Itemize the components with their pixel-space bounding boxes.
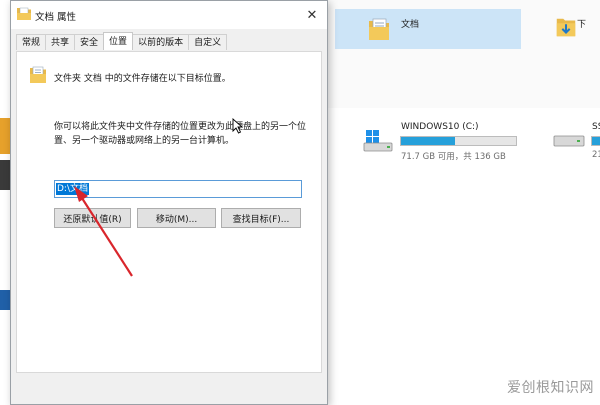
location-panel: 文件夹 文档 中的文件存储在以下目标位置。 你可以将此文件夹中文件存储的位置更改… — [16, 51, 322, 373]
downloads-folder-label: 下 — [577, 20, 587, 30]
restore-default-button[interactable]: 还原默认值(R) — [54, 208, 131, 228]
documents-folder-icon — [369, 18, 389, 40]
documents-folder-tile[interactable]: 文档 — [335, 9, 521, 49]
left-edge-thumbnail — [0, 118, 10, 154]
tab-location[interactable]: 位置 — [103, 32, 134, 50]
drive-second[interactable]: SS 21 — [553, 118, 600, 162]
dialog-titlebar[interactable]: 文档 属性 ✕ — [11, 1, 327, 29]
drive-c-name: WINDOWS10 (C:) — [401, 122, 479, 132]
drive-c-usage-fill — [401, 137, 456, 145]
tab-security[interactable]: 安全 — [74, 34, 105, 50]
drive-second-usage-bar — [591, 136, 600, 146]
windows-drive-icon — [363, 130, 393, 152]
close-icon: ✕ — [306, 7, 318, 23]
watermark-text: 爱创根知识网 — [507, 380, 594, 396]
drive-second-name: SS — [592, 122, 600, 132]
close-button[interactable]: ✕ — [297, 1, 327, 29]
folder-icon — [17, 7, 31, 20]
location-description: 你可以将此文件夹中文件存储的位置更改为此硬盘上的另一个位置、另一个驱动器或网络上… — [54, 122, 307, 146]
hard-drive-icon — [553, 135, 585, 147]
tab-strip: 常规 共享 安全 位置 以前的版本 自定义 — [16, 32, 228, 51]
drive-second-free-space: 21 — [592, 150, 600, 160]
find-target-button[interactable]: 查找目标(F)... — [221, 208, 301, 228]
move-button[interactable]: 移动(M)... — [137, 208, 216, 228]
location-heading: 文件夹 文档 中的文件存储在以下目标位置。 — [54, 74, 231, 84]
documents-folder-label: 文档 — [401, 20, 420, 30]
mouse-cursor-icon — [232, 118, 244, 134]
path-input-selected-text: D:\文档 — [56, 183, 89, 195]
left-edge-thumbnail-2 — [0, 160, 10, 190]
tab-sharing[interactable]: 共享 — [45, 34, 76, 50]
documents-folder-icon — [30, 66, 46, 83]
downloads-folder-tile[interactable]: 下 — [545, 9, 600, 49]
drive-c-free-space: 71.7 GB 可用，共 136 GB — [401, 152, 506, 162]
properties-dialog: 文档 属性 ✕ 常规 共享 安全 位置 以前的版本 自定义 文件夹 文档 中的文… — [10, 0, 328, 405]
drive-c-usage-bar — [400, 136, 517, 146]
downloads-folder-icon — [556, 18, 576, 37]
tab-previous-versions[interactable]: 以前的版本 — [132, 34, 190, 50]
path-input[interactable] — [54, 180, 302, 198]
drive-second-usage-fill — [592, 137, 600, 145]
left-edge-thumbnail-3 — [0, 290, 10, 310]
tab-general[interactable]: 常规 — [16, 34, 47, 50]
drive-c[interactable]: WINDOWS10 (C:) 71.7 GB 可用，共 136 GB — [362, 118, 522, 162]
tab-customize[interactable]: 自定义 — [188, 34, 228, 50]
dialog-title: 文档 属性 — [35, 12, 77, 23]
